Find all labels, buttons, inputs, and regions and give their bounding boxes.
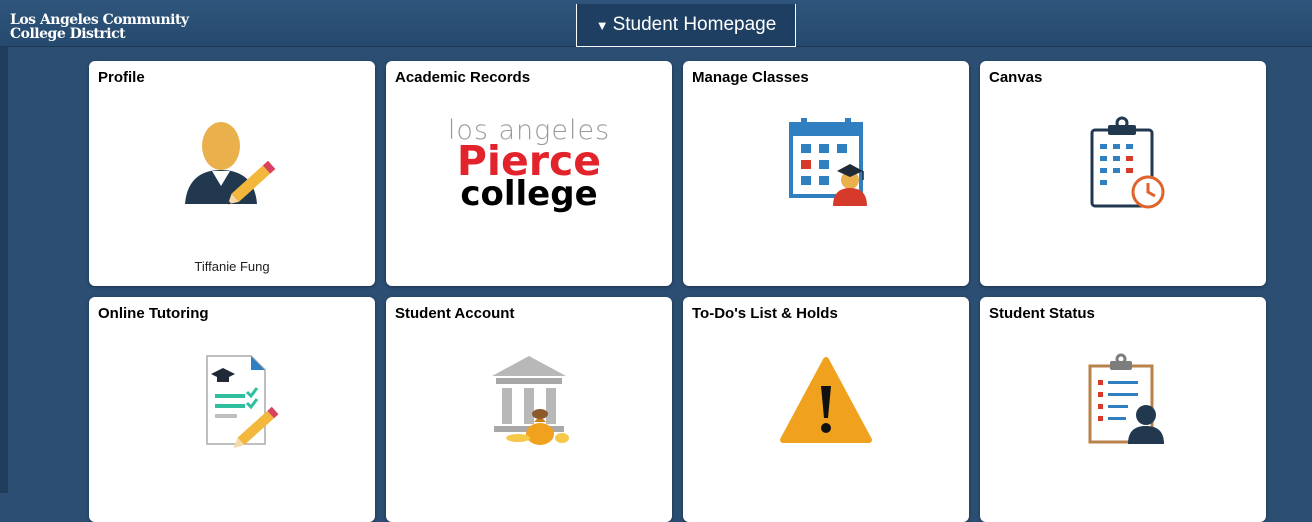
- logo-line-2: College District: [10, 26, 126, 42]
- caret-down-icon: ▼: [595, 17, 609, 33]
- tile-student-status[interactable]: Student Status: [980, 297, 1266, 522]
- tile-title: Online Tutoring: [98, 305, 209, 322]
- homepage-label: Student Homepage: [612, 14, 777, 35]
- tile-student-account[interactable]: Student Account: [386, 297, 672, 522]
- profile-user-name: Tiffanie Fung: [194, 259, 270, 274]
- document-cap-pencil-icon: [89, 352, 375, 452]
- profile-person-pencil-icon: [89, 116, 375, 216]
- tile-online-tutoring[interactable]: Online Tutoring: [89, 297, 375, 522]
- clipboard-clock-icon: [980, 116, 1266, 216]
- left-edge-strip: [0, 47, 8, 493]
- tile-academic-records[interactable]: Academic Records los angeles Pierce coll…: [386, 61, 672, 286]
- district-logo[interactable]: Los Angeles Community College District: [10, 13, 189, 41]
- homepage-selector[interactable]: ▼ Student Homepage: [576, 4, 796, 47]
- tile-title: Academic Records: [395, 69, 531, 86]
- tile-todo-holds[interactable]: To-Do's List & Holds: [683, 297, 969, 522]
- logo-line-1: Los Angeles Community: [10, 12, 189, 28]
- logo-college: college: [460, 174, 598, 214]
- tile-title: To-Do's List & Holds: [692, 305, 838, 322]
- tile-title: Canvas: [989, 69, 1043, 86]
- clipboard-person-icon: [980, 352, 1266, 452]
- tile-title: Manage Classes: [692, 69, 809, 86]
- tile-title: Profile: [98, 69, 145, 86]
- tile-title: Student Status: [989, 305, 1095, 322]
- calendar-graduate-icon: [683, 116, 969, 216]
- tile-title: Student Account: [395, 305, 515, 322]
- tile-profile[interactable]: Profile Tiffanie Fung: [89, 61, 375, 286]
- tile-canvas[interactable]: Canvas: [980, 61, 1266, 286]
- pierce-college-logo: los angeles Pierce college: [386, 117, 672, 214]
- bank-moneybag-icon: [386, 352, 672, 452]
- warning-triangle-icon: [683, 352, 969, 452]
- top-banner: Los Angeles Community College District ▼…: [0, 0, 1312, 47]
- tile-manage-classes[interactable]: Manage Classes: [683, 61, 969, 286]
